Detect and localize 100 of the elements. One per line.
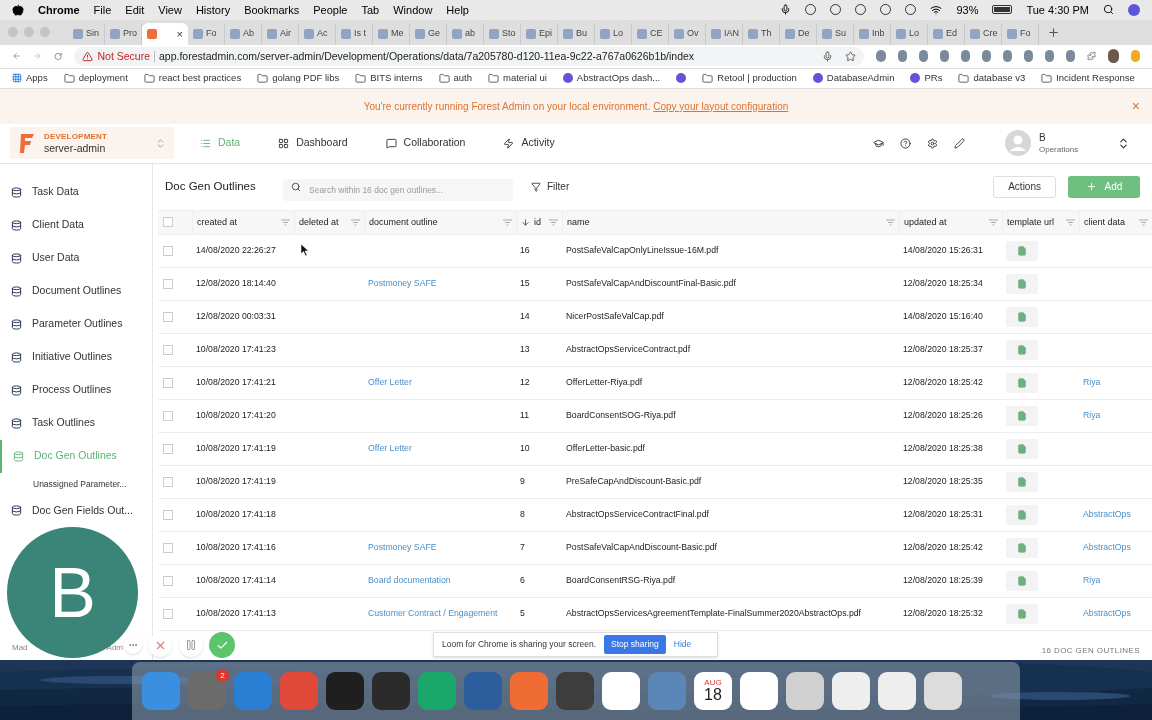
settings-icon[interactable] xyxy=(927,137,938,149)
column-header[interactable]: client data xyxy=(1084,215,1126,230)
app-icon[interactable] xyxy=(372,672,410,711)
file-preview[interactable] xyxy=(1006,570,1038,591)
sidebar-item[interactable]: User Data xyxy=(0,241,152,275)
sidebar-item[interactable]: Initiative Outlines xyxy=(0,340,152,374)
nav-tab[interactable]: Collaboration xyxy=(385,135,466,152)
select-all-checkbox[interactable] xyxy=(163,217,173,228)
app-icon[interactable] xyxy=(740,672,778,711)
user-menu-icon[interactable] xyxy=(1117,136,1130,150)
browser-tab[interactable]: Th xyxy=(743,22,780,45)
browser-tab[interactable]: Sto xyxy=(484,22,521,45)
search-field[interactable]: Search within 16 doc gen outlines... xyxy=(283,178,513,201)
new-tab-icon[interactable] xyxy=(1047,25,1060,39)
row-checkbox[interactable] xyxy=(163,410,173,421)
column-filter-icon[interactable] xyxy=(503,218,512,226)
app-icon[interactable]: AUG 18 xyxy=(694,672,732,711)
column-filter-icon[interactable] xyxy=(351,218,360,226)
bookmark[interactable]: BITS interns xyxy=(355,71,423,86)
file-preview[interactable] xyxy=(1006,438,1038,459)
menu-item[interactable]: Window xyxy=(393,1,433,19)
menu-item[interactable]: Bookmarks xyxy=(244,1,300,19)
extensions-icon[interactable] xyxy=(1087,50,1097,63)
browser-tab[interactable]: Lo xyxy=(595,22,632,45)
sidebar-segment[interactable]: Unassigned Parameter... xyxy=(0,472,152,497)
nav-tab[interactable]: Dashboard xyxy=(278,135,348,152)
actions-button[interactable]: Actions xyxy=(993,175,1056,198)
app-icon[interactable]: 2 xyxy=(188,672,226,711)
bookmark[interactable]: Retool | production xyxy=(702,71,797,86)
document-outline-link[interactable]: Postmoney SAFE xyxy=(368,542,437,553)
file-preview[interactable] xyxy=(1006,603,1038,624)
sidebar-item[interactable]: Client Data xyxy=(0,208,152,242)
client-data-link[interactable]: AbstractOps xyxy=(1083,509,1131,520)
extension-icon[interactable] xyxy=(1024,50,1034,63)
microphone-icon[interactable] xyxy=(780,4,792,16)
column-header[interactable]: deleted at xyxy=(299,215,339,230)
stop-sharing-button[interactable]: Stop sharing xyxy=(604,635,666,654)
browser-tab[interactable]: Air xyxy=(262,22,299,45)
column-header[interactable]: created at xyxy=(197,215,238,230)
browser-tab[interactable]: Is t xyxy=(336,22,373,45)
extension-icon[interactable] xyxy=(897,50,907,63)
app-icon[interactable] xyxy=(786,672,824,711)
menu-item[interactable]: Edit xyxy=(125,1,145,19)
column-filter-icon[interactable] xyxy=(1139,218,1148,226)
bookmark[interactable]: Incident Response xyxy=(1041,71,1135,86)
file-preview[interactable] xyxy=(1006,339,1038,360)
browser-tab[interactable]: Ov xyxy=(669,22,706,45)
hide-button[interactable]: Hide xyxy=(673,638,692,651)
extension-icon[interactable] xyxy=(1045,50,1055,63)
row-checkbox[interactable] xyxy=(163,377,173,388)
search-icon[interactable] xyxy=(1103,4,1114,16)
extension-icon[interactable] xyxy=(1066,50,1076,63)
menu-item[interactable]: View xyxy=(158,1,182,19)
row-checkbox[interactable] xyxy=(163,344,173,355)
window-control[interactable] xyxy=(24,27,34,38)
extension-icon[interactable] xyxy=(981,50,991,63)
menu-app-name[interactable]: Chrome xyxy=(38,1,80,19)
edit-layout-icon[interactable] xyxy=(954,137,965,149)
extension-icon[interactable] xyxy=(1002,50,1013,63)
column-filter-icon[interactable] xyxy=(1066,218,1075,226)
column-filter-icon[interactable] xyxy=(886,218,895,226)
bookmark[interactable]: auth xyxy=(438,71,472,86)
sidebar-item[interactable]: Task Outlines xyxy=(0,406,152,440)
siri-icon[interactable] xyxy=(1128,4,1140,16)
window-control[interactable] xyxy=(8,27,18,38)
menu-item[interactable]: History xyxy=(195,1,231,19)
user-avatar[interactable] xyxy=(1005,130,1031,157)
column-filter-icon[interactable] xyxy=(549,218,558,226)
project-selector[interactable]: DEVELOPMENT server-admin xyxy=(10,127,174,160)
bookmark[interactable] xyxy=(676,73,687,84)
row-checkbox[interactable] xyxy=(163,575,173,586)
client-data-link[interactable]: Riya xyxy=(1083,575,1101,586)
extension-icon[interactable] xyxy=(939,50,949,63)
address-field[interactable]: Not Secure app.forestadmin.com/server-admin/Development/Operations/data/7a205780-d120-11ea-9c22-a767a0626b1b/index xyxy=(74,46,865,66)
bookmark-star-icon[interactable] xyxy=(845,50,857,62)
browser-tab[interactable]: Ge xyxy=(410,22,447,45)
extension-icon[interactable] xyxy=(960,50,970,63)
row-checkbox[interactable] xyxy=(163,608,173,619)
column-header[interactable]: updated at xyxy=(904,215,947,230)
window-control[interactable] xyxy=(40,27,50,38)
row-checkbox[interactable] xyxy=(163,311,173,322)
app-icon[interactable] xyxy=(878,672,916,711)
wifi-icon[interactable] xyxy=(930,4,943,16)
apple-icon[interactable] xyxy=(12,4,24,16)
row-checkbox[interactable] xyxy=(163,278,173,289)
menu-item[interactable]: People xyxy=(313,1,348,19)
browser-tab[interactable]: Lo xyxy=(891,22,928,45)
document-outline-link[interactable]: Board documentation xyxy=(368,575,451,586)
document-outline-link[interactable]: Postmoney SAFE xyxy=(368,278,437,289)
sidebar-item[interactable]: Parameter Outlines xyxy=(0,307,152,341)
filter-button[interactable]: Filter xyxy=(531,179,570,195)
menu-item[interactable]: Help xyxy=(446,1,469,19)
sidebar-item[interactable]: Process Outlines xyxy=(0,373,152,407)
battery-level[interactable]: 93% xyxy=(956,1,979,19)
file-preview[interactable] xyxy=(1006,405,1038,426)
profile-avatar[interactable] xyxy=(1108,49,1119,64)
browser-tab[interactable]: Bu xyxy=(558,22,595,45)
client-data-link[interactable]: AbstractOps xyxy=(1083,608,1131,619)
tab-close[interactable]: × xyxy=(176,25,183,43)
bookmark[interactable]: AbstractOps dash... xyxy=(562,71,661,86)
